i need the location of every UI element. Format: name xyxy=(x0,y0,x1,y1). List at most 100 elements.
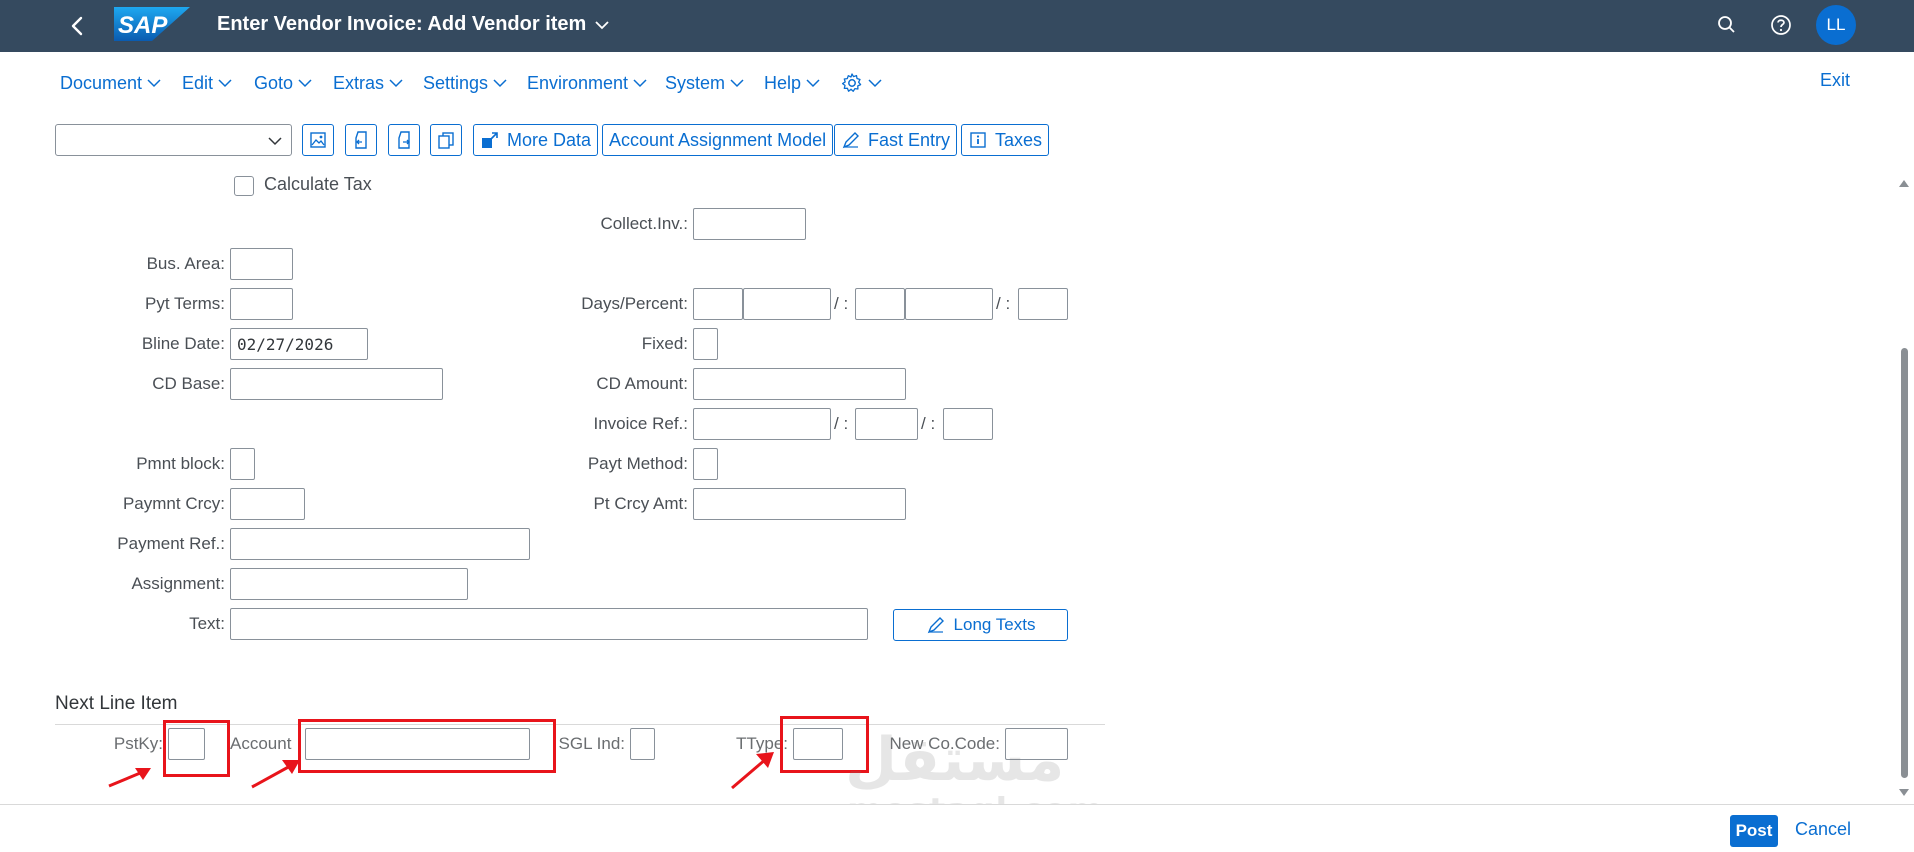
calculate-tax-label: Calculate Tax xyxy=(264,174,372,194)
payment-ref-label: Payment Ref.: xyxy=(117,534,225,553)
scrollbar-thumb[interactable] xyxy=(1901,348,1908,778)
page-title: Enter Vendor Invoice: Add Vendor item xyxy=(217,13,587,35)
document-back-icon xyxy=(355,131,367,149)
chevron-down-icon xyxy=(218,79,232,88)
chevron-down-icon xyxy=(389,79,403,88)
text-label: Text: xyxy=(189,614,225,633)
gear-icon xyxy=(841,73,862,92)
days-separator-1: / : xyxy=(834,294,849,313)
chevron-down-icon xyxy=(147,79,161,88)
invoice-ref-item-input[interactable] xyxy=(943,408,993,440)
button-label: Fast Entry xyxy=(868,129,951,150)
text-input[interactable] xyxy=(230,608,868,640)
paymnt-crcy-input[interactable] xyxy=(230,488,305,520)
invoice-ref-input[interactable] xyxy=(693,408,831,440)
shell-bar: SAP Enter Vendor Invoice: Add Vendor ite… xyxy=(0,0,1914,52)
payment-ref-input[interactable] xyxy=(230,528,530,560)
menu-label: Help xyxy=(764,72,802,93)
pmnt-block-input[interactable] xyxy=(230,448,255,480)
variant-dropdown[interactable] xyxy=(55,124,292,156)
cd-base-label: CD Base: xyxy=(152,374,225,393)
long-texts-button[interactable]: Long Texts xyxy=(893,609,1068,641)
days1-input[interactable] xyxy=(693,288,743,320)
avatar[interactable]: LL xyxy=(1816,5,1856,45)
pmnt-block-label: Pmnt block: xyxy=(136,454,225,473)
invoice-ref-separator-2: / : xyxy=(921,414,936,433)
paymnt-crcy-label: Paymnt Crcy: xyxy=(122,494,225,513)
chevron-down-icon xyxy=(806,79,820,88)
chevron-down-icon xyxy=(298,79,312,88)
menu-settings-gear[interactable] xyxy=(841,69,883,97)
document-back-button[interactable] xyxy=(345,124,377,156)
account-label: Account xyxy=(230,734,292,753)
bline-date-label: Bline Date: xyxy=(141,334,225,353)
menu-label: Document xyxy=(60,72,143,93)
arrow-icon xyxy=(108,768,151,788)
document-forward-icon xyxy=(398,131,410,149)
document-forward-button[interactable] xyxy=(388,124,420,156)
percent1-input[interactable] xyxy=(743,288,831,320)
account-assignment-model-button[interactable]: Account Assignment Model xyxy=(602,124,834,156)
button-label: Taxes xyxy=(995,129,1043,150)
calculate-tax-checkbox[interactable] xyxy=(234,176,254,196)
menu-edit[interactable]: Edit xyxy=(182,69,233,97)
back-icon[interactable] xyxy=(64,12,92,40)
bus-area-input[interactable] xyxy=(230,248,293,280)
image-button[interactable] xyxy=(302,124,334,156)
pyt-terms-input[interactable] xyxy=(230,288,293,320)
percent2-input[interactable] xyxy=(905,288,993,320)
post-button[interactable]: Post xyxy=(1730,815,1778,847)
menu-help[interactable]: Help xyxy=(764,69,821,97)
scroll-up-icon[interactable] xyxy=(1898,178,1910,188)
taxes-button[interactable]: Taxes xyxy=(961,124,1050,156)
highlight-box-account xyxy=(298,719,556,773)
pyt-terms-label: Pyt Terms: xyxy=(145,294,225,313)
fixed-label: Fixed: xyxy=(641,334,688,353)
days3-input[interactable] xyxy=(1018,288,1068,320)
cd-amount-input[interactable] xyxy=(693,368,906,400)
pt-crcy-amt-input[interactable] xyxy=(693,488,906,520)
chevron-down-icon xyxy=(633,79,647,88)
days-percent-label: Days/Percent: xyxy=(581,294,688,313)
help-icon[interactable] xyxy=(1768,12,1794,38)
pstky-label: PstKy: xyxy=(113,734,163,753)
assignment-input[interactable] xyxy=(230,568,468,600)
cd-base-input[interactable] xyxy=(230,368,443,400)
logo-text: SAP xyxy=(118,12,168,39)
cd-amount-label: CD Amount: xyxy=(596,374,688,393)
payt-method-input[interactable] xyxy=(693,448,718,480)
button-label: Account Assignment Model xyxy=(609,129,827,150)
menu-extras[interactable]: Extras xyxy=(333,69,404,97)
menu-goto[interactable]: Goto xyxy=(254,69,313,97)
sgl-ind-input[interactable] xyxy=(630,728,655,760)
scroll-down-icon[interactable] xyxy=(1898,788,1910,798)
days2-input[interactable] xyxy=(855,288,905,320)
info-icon xyxy=(970,132,986,148)
exit-link[interactable]: Exit xyxy=(1820,70,1850,91)
collect-inv-input[interactable] xyxy=(693,208,806,240)
menu-document[interactable]: Document xyxy=(60,69,162,97)
chevron-down-icon xyxy=(868,79,882,88)
chevron-down-icon xyxy=(730,79,744,88)
menu-label: Settings xyxy=(423,72,489,93)
more-data-button[interactable]: More Data xyxy=(473,124,599,156)
fixed-input[interactable] xyxy=(693,328,718,360)
menu-settings[interactable]: Settings xyxy=(423,69,508,97)
chevron-down-icon[interactable] xyxy=(593,16,611,34)
button-label: Long Texts xyxy=(953,615,1036,634)
menu-label: System xyxy=(665,72,726,93)
invoice-ref-year-input[interactable] xyxy=(855,408,918,440)
bline-date-input[interactable]: 02/27/2026 xyxy=(230,328,368,360)
invoice-ref-separator-1: / : xyxy=(834,414,849,433)
menu-system[interactable]: System xyxy=(665,69,745,97)
arrow-icon xyxy=(251,760,300,789)
sap-logo[interactable]: SAP xyxy=(114,7,190,41)
cancel-button[interactable]: Cancel xyxy=(1795,819,1851,840)
fast-entry-button[interactable]: Fast Entry xyxy=(834,124,958,156)
menu-environment[interactable]: Environment xyxy=(527,69,648,97)
search-icon[interactable] xyxy=(1714,12,1740,38)
footer-bar: Post Cancel xyxy=(0,804,1914,852)
watermark-arabic: مستقل xyxy=(845,725,1065,795)
menu-label: Edit xyxy=(182,72,214,93)
copy-button[interactable] xyxy=(430,124,462,156)
